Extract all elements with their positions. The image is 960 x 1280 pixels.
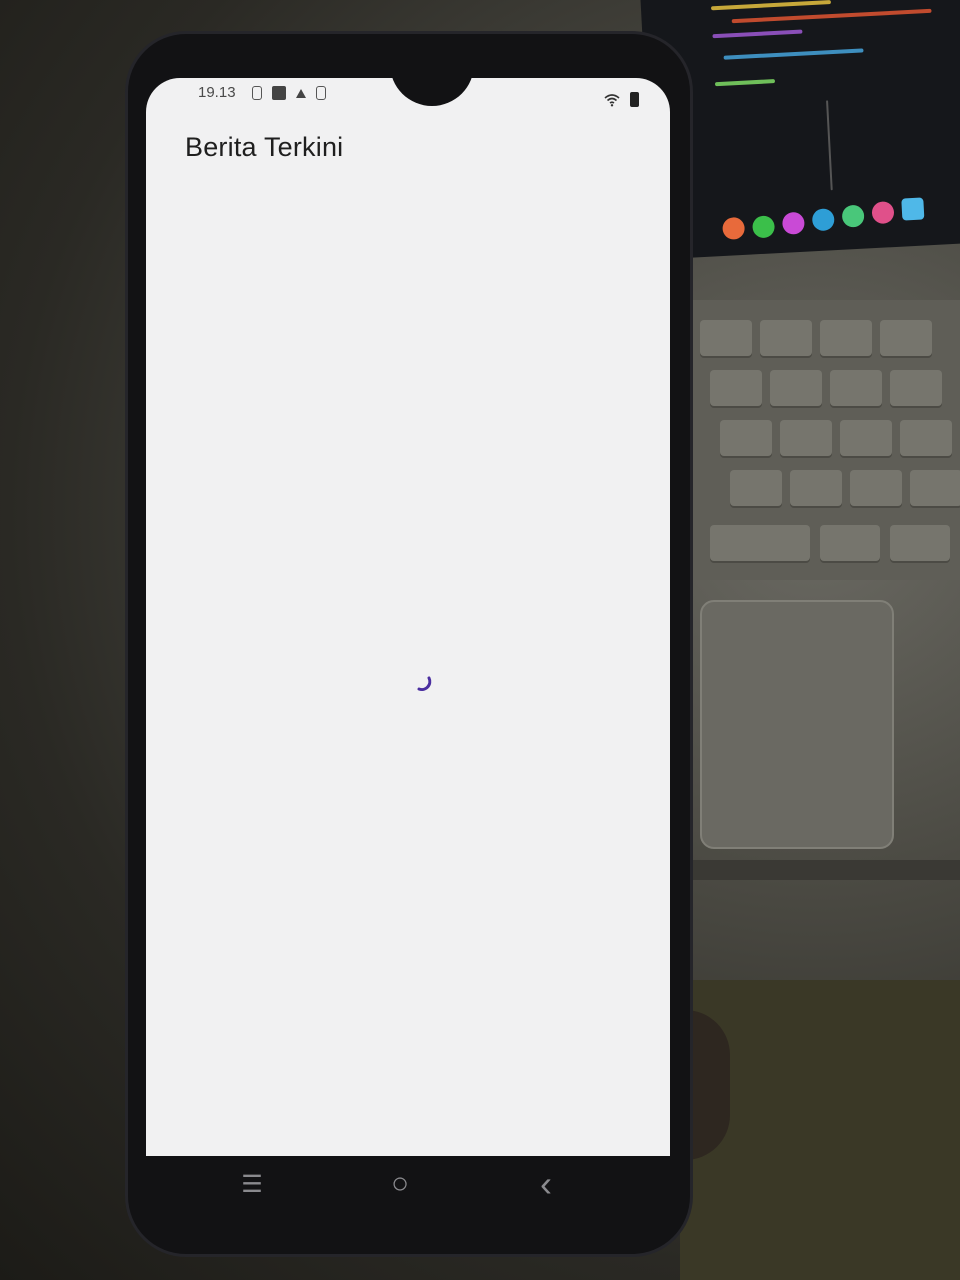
battery-icon xyxy=(630,92,639,107)
back-button[interactable]: ‹ xyxy=(526,1163,566,1204)
status-icons-left xyxy=(252,86,326,100)
home-icon: ○ xyxy=(390,1167,410,1200)
warning-icon xyxy=(296,88,306,98)
back-icon: ‹ xyxy=(540,1163,552,1204)
status-icons-right xyxy=(604,92,639,107)
laptop-keyboard xyxy=(690,300,960,580)
laptop-trackpad xyxy=(700,600,894,849)
sim-icon xyxy=(252,86,262,100)
status-time: 19.13 xyxy=(198,84,236,101)
notification-icon xyxy=(272,86,286,100)
recent-apps-icon: ☰ xyxy=(241,1170,263,1198)
recent-apps-button[interactable]: ☰ xyxy=(232,1166,272,1202)
loading-spinner-icon xyxy=(417,676,432,691)
sim-icon xyxy=(316,86,326,100)
laptop-edge xyxy=(690,860,960,880)
home-button[interactable]: ○ xyxy=(380,1166,420,1202)
wifi-icon xyxy=(604,93,620,106)
page-title: Berita Terkini xyxy=(185,132,344,162)
photo-background: 19.13 Berita Terkini ☰ ○ ‹ xyxy=(0,0,960,1280)
app-screen xyxy=(146,78,670,1156)
